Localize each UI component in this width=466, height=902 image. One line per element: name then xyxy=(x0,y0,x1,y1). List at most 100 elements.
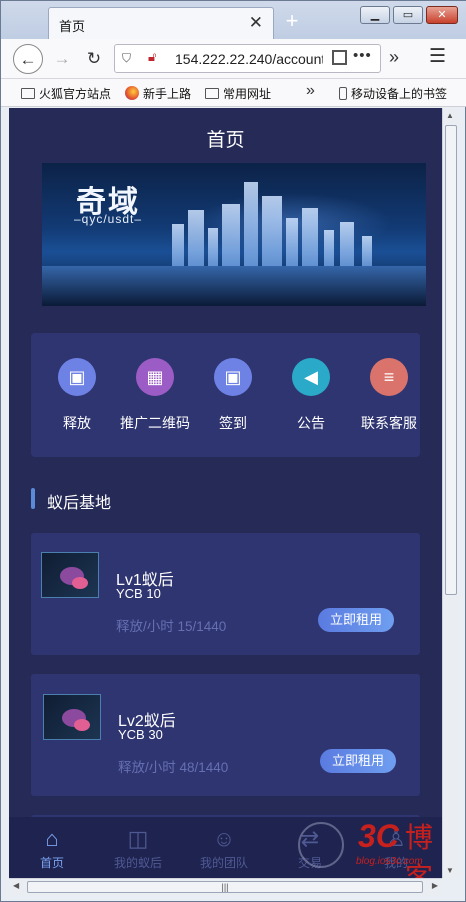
scroll-down-icon[interactable]: ▼ xyxy=(446,866,454,875)
new-tab-button[interactable]: + xyxy=(280,8,304,34)
address-bar[interactable]: ⛉ 🔓︎ 154.222.22.240/account ••• xyxy=(114,44,381,73)
bookmark-item[interactable]: 常用网址 xyxy=(205,85,271,102)
quick-action-label: 签到 xyxy=(219,415,247,431)
quick-action-announcement[interactable]: ◀ 公告 xyxy=(271,358,351,433)
overflow-chevron-icon[interactable]: » xyxy=(389,47,399,68)
navigation-toolbar: ← → ↻ ⛉ 🔓︎ 154.222.22.240/account ••• » … xyxy=(1,39,466,79)
bookmark-item[interactable]: 新手上路 xyxy=(125,85,191,102)
page-title: 首页 xyxy=(206,130,245,151)
banner-subtitle: –qyc/usdt– xyxy=(74,212,143,226)
tab-trade[interactable]: ⇄ 交易 xyxy=(267,827,353,871)
building xyxy=(208,228,218,266)
qrcode-icon[interactable] xyxy=(332,50,347,65)
tab-my-team[interactable]: ☺ 我的团队 xyxy=(181,827,267,871)
product-card: Lv2蚁后 YCB 30 释放/小时 48/1440 立即租用 xyxy=(31,674,420,796)
building xyxy=(324,230,334,266)
tab-label: 我的蚁后 xyxy=(113,856,162,870)
home-icon: ⌂ xyxy=(45,826,59,851)
building xyxy=(302,208,318,266)
rent-now-button[interactable]: 立即租用 xyxy=(320,749,396,773)
building xyxy=(222,204,240,266)
firefox-icon xyxy=(125,86,139,100)
close-window-button[interactable]: ✕ xyxy=(426,6,458,24)
qrcode-icon: ▦ xyxy=(136,358,174,396)
quick-action-checkin[interactable]: ▣ 签到 xyxy=(193,358,273,433)
document-icon: ≡ xyxy=(370,358,408,396)
arrow-right-icon: → xyxy=(53,49,71,68)
hamburger-menu-icon[interactable]: ☰ xyxy=(429,45,446,68)
product-card: Lv1蚁后 YCB 10 释放/小时 15/1440 立即租用 xyxy=(31,533,420,655)
trade-icon: ⇄ xyxy=(300,826,320,851)
horizontal-scroll-thumb[interactable]: ||| xyxy=(27,881,423,893)
insecure-lock-icon[interactable]: 🔓︎ xyxy=(148,49,156,65)
profile-icon: ♙ xyxy=(386,826,406,851)
browser-window: 首页 ✕ + ▁ ▭ ✕ ← → ↻ ⛉ 🔓︎ 154.222.22.240/a… xyxy=(0,0,466,902)
bookmark-item[interactable]: 移动设备上的书签 xyxy=(339,85,447,102)
building xyxy=(340,222,354,266)
tab-profile[interactable]: ♙ 我的 xyxy=(353,827,439,871)
ant-image-accent xyxy=(74,719,90,731)
quick-action-release[interactable]: ▣ 释放 xyxy=(37,358,117,433)
quick-action-label: 推广二维码 xyxy=(120,415,190,431)
tab-label: 交易 xyxy=(297,856,322,870)
maximize-button[interactable]: ▭ xyxy=(393,6,423,24)
quick-action-qrcode[interactable]: ▦ 推广二维码 xyxy=(115,358,195,433)
horizontal-scrollbar[interactable]: ◀ ||| ▶ xyxy=(9,878,442,895)
back-button[interactable]: ← xyxy=(13,44,43,74)
bookmarks-toolbar: 火狐官方站点 新手上路 常用网址 » 移动设备上的书签 xyxy=(1,79,466,107)
banner-image[interactable]: 奇域 –qyc/usdt– xyxy=(42,163,426,306)
ant-icon: ◫ xyxy=(127,826,149,851)
building xyxy=(244,182,258,266)
water-reflection xyxy=(42,266,426,306)
product-thumbnail xyxy=(43,694,101,740)
url-text[interactable]: 154.222.22.240/account xyxy=(175,51,323,67)
tab-title: 首页 xyxy=(59,19,86,34)
building xyxy=(172,224,184,266)
tab-my-queens[interactable]: ◫ 我的蚁后 xyxy=(95,827,181,871)
quick-action-label: 释放 xyxy=(63,415,91,431)
browser-tab[interactable]: 首页 ✕ xyxy=(48,7,274,39)
building xyxy=(262,196,282,266)
page-viewport: 首页 奇域 –qyc/usdt– ▣ 释放 ▦ 推广二维码 ▣ 签到 ◀ 公告 … xyxy=(9,108,442,878)
shield-icon[interactable]: ⛉ xyxy=(122,51,131,66)
building xyxy=(362,236,372,266)
folder-icon xyxy=(21,88,35,99)
arrow-left-icon: ← xyxy=(19,50,37,69)
checkin-icon: ▣ xyxy=(214,358,252,396)
tab-bar: 首页 ✕ + ▁ ▭ ✕ xyxy=(1,1,466,39)
quick-action-label: 公告 xyxy=(297,415,325,431)
scroll-up-icon[interactable]: ▲ xyxy=(446,111,454,120)
section-accent-bar xyxy=(31,488,35,509)
more-actions-icon[interactable]: ••• xyxy=(353,47,372,64)
bookmark-item[interactable]: 火狐官方站点 xyxy=(21,85,111,102)
product-rate: 释放/小时 48/1440 xyxy=(118,760,229,775)
megaphone-icon: ◀ xyxy=(292,358,330,396)
vertical-scroll-thumb[interactable] xyxy=(445,125,457,595)
phone-icon xyxy=(339,87,347,100)
reload-button[interactable]: ↻ xyxy=(79,44,109,74)
tab-home[interactable]: ⌂ 首页 xyxy=(9,827,95,871)
product-price: YCB 10 xyxy=(116,586,161,601)
quick-action-label: 联系客服 xyxy=(361,415,417,431)
vertical-scrollbar[interactable]: ▲ ▼ xyxy=(442,108,459,878)
forward-button[interactable]: → xyxy=(47,44,77,74)
reload-icon: ↻ xyxy=(86,49,102,68)
building xyxy=(286,218,298,266)
tab-close-icon[interactable]: ✕ xyxy=(249,13,263,33)
bookmarks-overflow-icon[interactable]: » xyxy=(306,82,315,100)
release-icon: ▣ xyxy=(58,358,96,396)
ant-image-accent xyxy=(72,577,88,589)
bottom-tab-bar: ⌂ 首页 ◫ 我的蚁后 ☺ 我的团队 ⇄ 交易 ♙ 我的 xyxy=(9,817,442,878)
team-icon: ☺ xyxy=(212,826,236,851)
folder-icon xyxy=(205,88,219,99)
product-thumbnail xyxy=(41,552,99,598)
tab-label: 首页 xyxy=(39,856,64,870)
scroll-right-icon[interactable]: ▶ xyxy=(432,881,438,890)
tab-label: 我的团队 xyxy=(199,856,248,870)
product-rate: 释放/小时 15/1440 xyxy=(116,619,227,634)
minimize-button[interactable]: ▁ xyxy=(360,6,390,24)
rent-now-button[interactable]: 立即租用 xyxy=(318,608,394,632)
scroll-left-icon[interactable]: ◀ xyxy=(13,881,19,890)
quick-action-support[interactable]: ≡ 联系客服 xyxy=(349,358,429,433)
section-title: 蚁后基地 xyxy=(47,495,112,512)
